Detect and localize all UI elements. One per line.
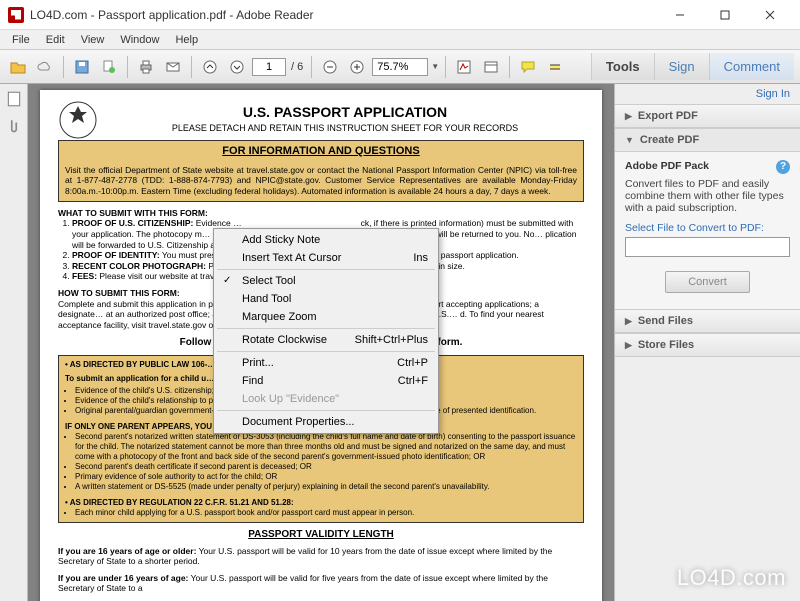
- menu-edit[interactable]: Edit: [38, 32, 73, 48]
- ctx-print[interactable]: Print...Ctrl+P: [216, 354, 436, 372]
- right-panel: Sign In ▶Export PDF ▼Create PDF Adobe PD…: [614, 84, 800, 601]
- read-mode-icon[interactable]: [479, 55, 503, 79]
- email-icon[interactable]: [161, 55, 185, 79]
- info-heading: FOR INFORMATION AND QUESTIONS: [58, 140, 584, 161]
- ctx-hand-tool[interactable]: Hand Tool: [216, 290, 436, 308]
- ctx-rotate-cw[interactable]: Rotate ClockwiseShift+Ctrl+Plus: [216, 331, 436, 349]
- zoom-level-select[interactable]: 75.7%: [372, 58, 428, 76]
- us-seal-icon: [58, 100, 98, 140]
- save-icon[interactable]: [70, 55, 94, 79]
- cloud-icon[interactable]: [33, 55, 57, 79]
- convert-button[interactable]: Convert: [665, 271, 750, 293]
- watermark: LO4D.com: [677, 565, 786, 591]
- accordion-create[interactable]: ▼Create PDF: [615, 128, 800, 152]
- convert-icon[interactable]: [97, 55, 121, 79]
- create-pdf-body: Adobe PDF Pack? Convert files to PDF and…: [615, 152, 800, 309]
- ctx-find[interactable]: FindCtrl+F: [216, 372, 436, 390]
- menu-window[interactable]: Window: [112, 32, 167, 48]
- toolbar: 1 / 6 75.7% ▼ Tools Sign Comment: [0, 50, 800, 84]
- highlight-icon[interactable]: [543, 55, 567, 79]
- print-icon[interactable]: [134, 55, 158, 79]
- minimize-button[interactable]: [657, 1, 702, 29]
- adobe-reader-icon: [8, 7, 24, 23]
- zoom-in-icon[interactable]: [345, 55, 369, 79]
- ctx-select-tool[interactable]: Select Tool: [216, 272, 436, 290]
- doc-subtitle: PLEASE DETACH AND RETAIN THIS INSTRUCTIO…: [58, 123, 584, 134]
- page-down-icon[interactable]: [225, 55, 249, 79]
- accordion-export[interactable]: ▶Export PDF: [615, 104, 800, 128]
- fill-sign-icon[interactable]: [452, 55, 476, 79]
- pvl-heading: PASSPORT VALIDITY LENGTH: [58, 529, 584, 542]
- accordion-store[interactable]: ▶Store Files: [615, 333, 800, 357]
- comment-icon[interactable]: [516, 55, 540, 79]
- attachments-icon[interactable]: [5, 118, 23, 136]
- page-number-input[interactable]: 1: [252, 58, 286, 76]
- window-title: LO4D.com - Passport application.pdf - Ad…: [30, 8, 657, 22]
- doc-title: U.S. PASSPORT APPLICATION: [58, 104, 584, 122]
- page-total-label: / 6: [289, 61, 305, 73]
- accordion-send[interactable]: ▶Send Files: [615, 309, 800, 333]
- sign-in-link[interactable]: Sign In: [615, 84, 800, 104]
- maximize-button[interactable]: [702, 1, 747, 29]
- tab-sign[interactable]: Sign: [654, 53, 709, 80]
- zoom-out-icon[interactable]: [318, 55, 342, 79]
- thumbnails-icon[interactable]: [5, 90, 23, 108]
- page-up-icon[interactable]: [198, 55, 222, 79]
- select-file-label: Select File to Convert to PDF:: [625, 222, 790, 234]
- ctx-insert-text[interactable]: Insert Text At CursorIns: [216, 249, 436, 267]
- tab-tools[interactable]: Tools: [591, 53, 654, 80]
- context-menu: Add Sticky Note Insert Text At CursorIns…: [213, 228, 439, 434]
- titlebar: LO4D.com - Passport application.pdf - Ad…: [0, 0, 800, 30]
- pvl-under16: If you are under 16 years of age: Your U…: [58, 573, 584, 594]
- what-heading: WHAT TO SUBMIT WITH THIS FORM:: [58, 208, 584, 219]
- menubar: File Edit View Window Help: [0, 30, 800, 50]
- close-button[interactable]: [747, 1, 792, 29]
- tab-comment[interactable]: Comment: [709, 53, 794, 80]
- open-icon[interactable]: [6, 55, 30, 79]
- nav-sidebar: [0, 84, 28, 601]
- file-input[interactable]: [625, 237, 790, 257]
- menu-file[interactable]: File: [4, 32, 38, 48]
- menu-help[interactable]: Help: [167, 32, 206, 48]
- menu-view[interactable]: View: [73, 32, 113, 48]
- info-box: Visit the official Department of State w…: [58, 161, 584, 202]
- pvl-16plus: If you are 16 years of age or older: If …: [58, 546, 584, 567]
- ctx-doc-properties[interactable]: Document Properties...: [216, 413, 436, 431]
- help-icon[interactable]: ?: [776, 160, 790, 174]
- ctx-add-sticky-note[interactable]: Add Sticky Note: [216, 231, 436, 249]
- ctx-lookup: Look Up "Evidence": [216, 390, 436, 408]
- ctx-marquee-zoom[interactable]: Marquee Zoom: [216, 308, 436, 326]
